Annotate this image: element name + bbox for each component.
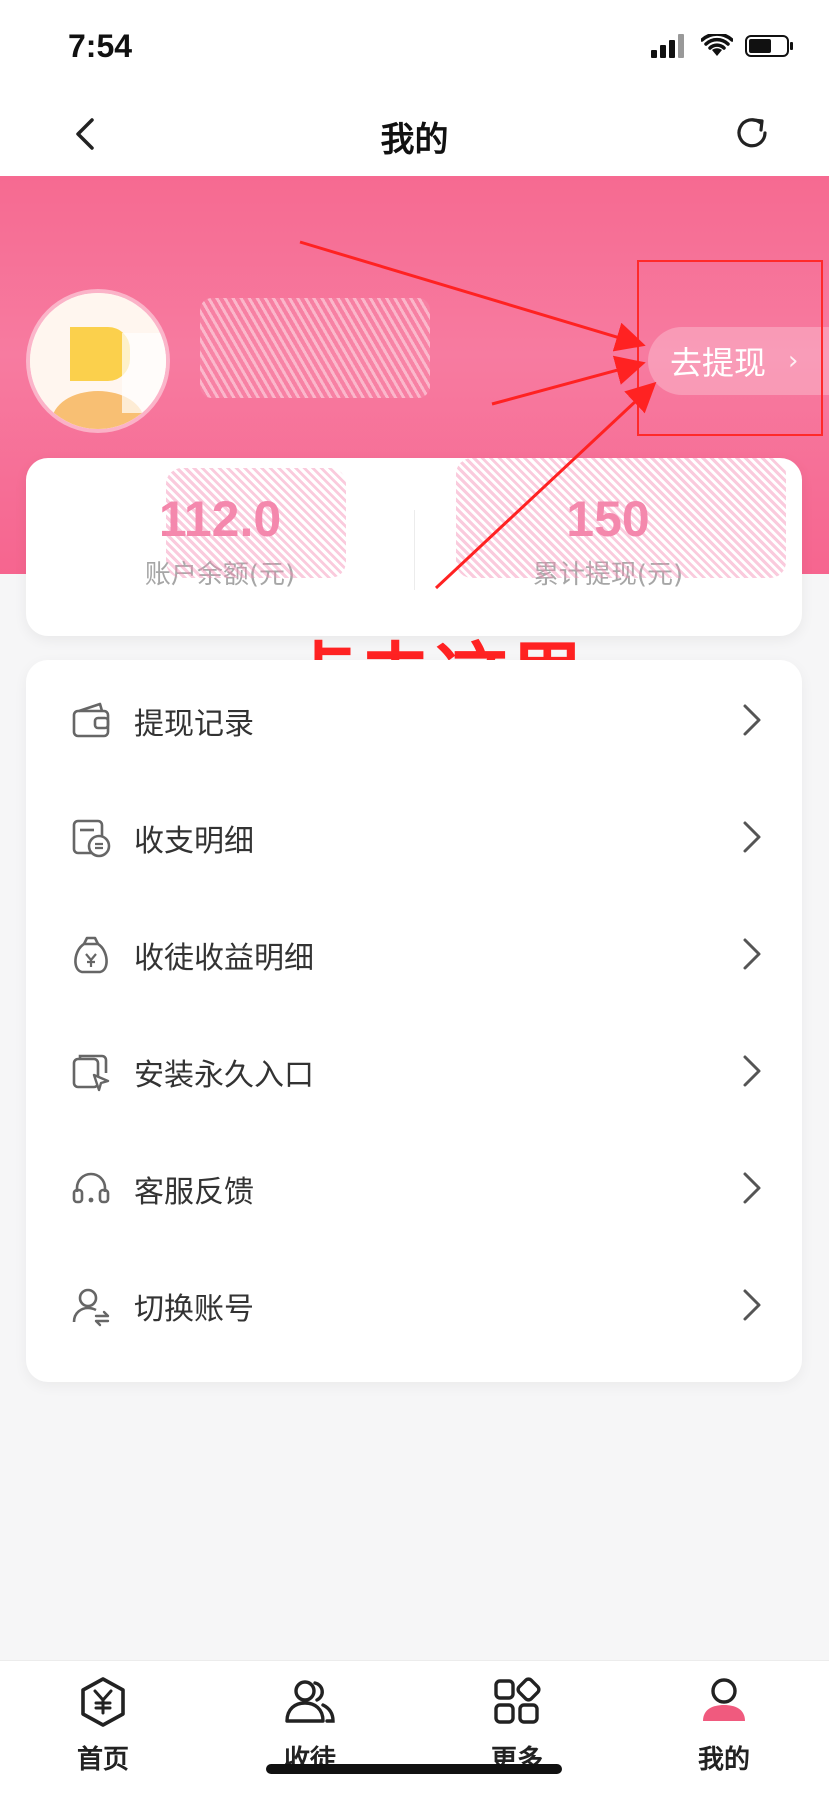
home-indicator (266, 1764, 562, 1774)
chevron-right-icon (743, 1289, 761, 1321)
menu-item-label: 安装永久入口 (134, 1057, 314, 1093)
users-icon (285, 1680, 335, 1723)
chevron-right-icon (743, 704, 761, 736)
username-redacted (200, 298, 430, 398)
tab-apprentice[interactable]: 收徒 (250, 1675, 370, 1776)
chevron-right-icon (743, 938, 761, 970)
install-shortcut-icon (72, 1054, 110, 1091)
signal-icon (651, 34, 684, 58)
tab-home[interactable]: 首页 (43, 1675, 163, 1776)
tab-profile[interactable]: 我的 (664, 1675, 784, 1776)
battery-icon (745, 35, 793, 57)
menu-item-apprentice-earnings[interactable]: 收徒收益明细 (26, 896, 802, 1013)
tab-label: 我的 (697, 1745, 750, 1775)
refresh-icon[interactable] (731, 112, 773, 154)
wifi-icon (701, 34, 733, 56)
menu-item-customer-service[interactable]: 客服反馈 (26, 1130, 802, 1247)
menu-item-label: 客服反馈 (134, 1174, 254, 1210)
menu-item-label: 提现记录 (134, 706, 254, 742)
menu-item-label: 收徒收益明细 (134, 940, 314, 976)
stats-card: 112.0 账户余额(元) 150 累计提现(元) (26, 458, 802, 636)
annotation-highlight-box (637, 260, 823, 436)
chevron-right-icon (743, 1172, 761, 1204)
menu-item-install-shortcut[interactable]: 安装永久入口 (26, 1013, 802, 1130)
redaction-scribble (456, 458, 786, 578)
nav-bar: 我的 (0, 92, 829, 177)
menu-item-label: 收支明细 (134, 823, 254, 859)
status-icons (651, 34, 795, 58)
tab-more[interactable]: 更多 (457, 1675, 577, 1776)
switch-account-icon (72, 1288, 110, 1326)
headset-icon (72, 1172, 110, 1203)
status-time: 7:54 (68, 28, 133, 64)
chevron-right-icon (743, 1055, 761, 1087)
wallet-icon (72, 702, 110, 737)
page-title: 我的 (380, 120, 449, 160)
menu-item-switch-account[interactable]: 切换账号 (26, 1247, 802, 1364)
menu-item-label: 切换账号 (134, 1291, 254, 1327)
menu-list: 提现记录 收支明细 收徒收益明细 安装永久入口 客服反馈 切换账号 (26, 660, 802, 1382)
chevron-right-icon (743, 821, 761, 853)
menu-item-withdraw-records[interactable]: 提现记录 (26, 662, 802, 779)
bill-icon (72, 819, 111, 857)
redaction-scribble (166, 468, 346, 578)
grid-icon (494, 1677, 541, 1724)
money-bag-icon (74, 936, 108, 973)
menu-item-income-expense[interactable]: 收支明细 (26, 779, 802, 896)
user-avatar-icon (30, 293, 166, 429)
avatar[interactable] (30, 293, 166, 429)
tab-label: 首页 (76, 1745, 129, 1775)
yuan-hexagon-icon (81, 1677, 125, 1727)
profile-icon (703, 1678, 745, 1721)
status-bar: 7:54 (0, 0, 829, 92)
